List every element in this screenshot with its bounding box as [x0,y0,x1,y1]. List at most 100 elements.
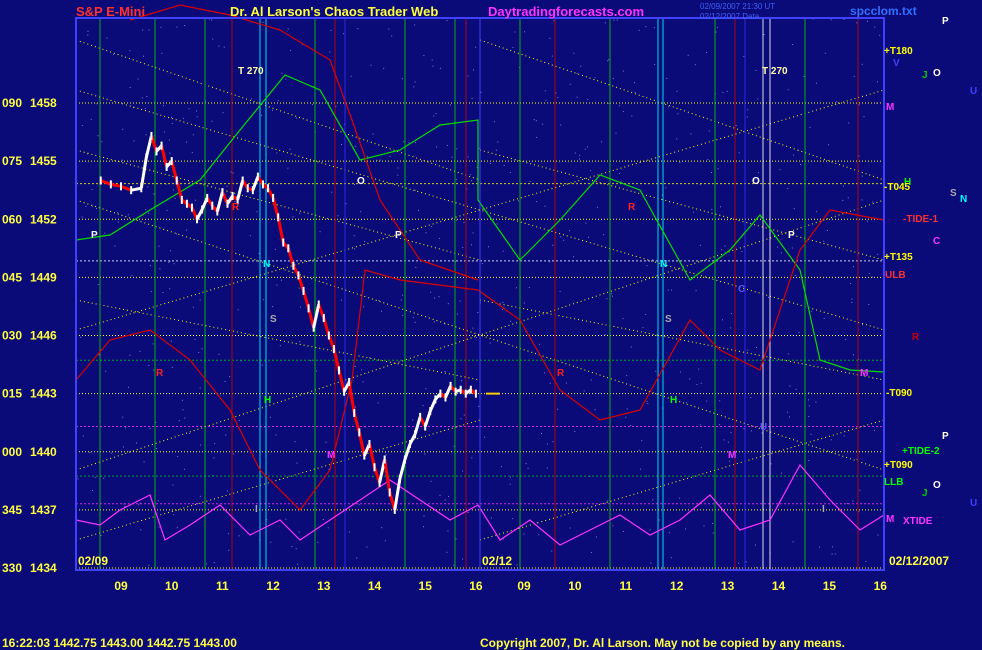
diagonal-line [75,149,481,261]
price-segment [130,186,142,192]
star-dot [384,540,386,542]
star-dot [430,291,432,293]
star-dot [185,229,187,231]
star-dot [337,215,339,217]
star-dot [489,163,491,164]
star-dot [298,287,300,289]
star-dot [172,189,174,191]
star-dot [484,436,486,438]
star-dot [158,526,160,528]
star-dot [87,30,89,32]
star-dot [143,461,145,463]
star-dot [867,220,868,222]
star-dot [863,116,865,118]
star-dot [622,318,624,320]
star-dot [279,345,281,347]
star-dot [129,87,131,88]
star-dot [720,206,721,208]
star-dot [787,89,789,91]
marker-label: P [395,230,402,241]
y-tick-price: 1449 [30,270,57,284]
star-dot [509,172,511,173]
star-dot [563,239,565,241]
star-dot [851,298,853,300]
star-dot [378,300,380,301]
marker-label: R [232,202,240,213]
star-dot [500,466,502,468]
star-dot [654,63,656,65]
star-dot [106,37,108,39]
star-dot [545,99,547,101]
star-dot [281,72,283,74]
y-tick-price: 1455 [30,154,57,168]
site-url: Daytradingforecasts.com [488,4,645,19]
star-dot [712,523,714,524]
marker-label: H [264,395,271,406]
star-dot [423,55,425,57]
star-dot [834,553,836,555]
star-dot [228,549,230,551]
star-dot [117,221,119,223]
star-dot [696,384,698,386]
star-dot [397,174,399,176]
legend-label: U [970,498,977,509]
star-dot [289,49,291,51]
star-dot [756,567,757,569]
star-dot [859,489,861,491]
star-dot [553,19,555,21]
star-dot [462,470,464,472]
star-dot [117,212,119,214]
legend-label: R [912,332,920,343]
star-dot [668,532,670,534]
star-dot [808,392,810,394]
star-dot [169,152,171,154]
star-dot [185,141,187,143]
star-dot [616,19,618,21]
star-dot [391,35,393,37]
star-dot [163,105,164,107]
legend-label: C [933,236,940,247]
star-dot [557,97,559,99]
star-dot [451,156,453,158]
star-dot [463,221,465,223]
star-dot [787,411,789,413]
star-dot [362,381,364,383]
star-dot [81,216,83,218]
star-dot [652,499,654,501]
star-dot [163,131,165,133]
star-dot [735,125,737,127]
star-dot [171,122,173,124]
star-dot [261,364,263,366]
star-dot [823,318,825,320]
star-dot [103,477,105,479]
star-dot [423,526,424,528]
star-dot [610,293,612,295]
y-tick-price: 1446 [30,329,57,343]
star-dot [708,130,710,132]
star-dot [418,209,419,211]
star-dot [200,444,202,446]
star-field [76,18,881,571]
star-dot [182,117,184,119]
star-dot [213,562,215,564]
star-dot [376,159,378,161]
star-dot [113,54,115,56]
star-dot [810,433,812,435]
star-dot [218,353,220,355]
star-dot [549,261,551,263]
star-dot [274,248,276,250]
star-dot [370,64,372,66]
star-dot [287,28,289,30]
star-dot [272,109,273,111]
star-dot [533,119,535,121]
star-dot [438,296,440,298]
y-tick-price: 1437 [30,503,57,517]
star-dot [97,284,99,285]
star-dot [596,206,598,208]
star-dot [750,430,752,432]
star-dot [792,541,794,543]
star-dot [551,55,553,57]
star-dot [549,37,551,39]
star-dot [296,117,298,119]
star-dot [758,172,759,174]
